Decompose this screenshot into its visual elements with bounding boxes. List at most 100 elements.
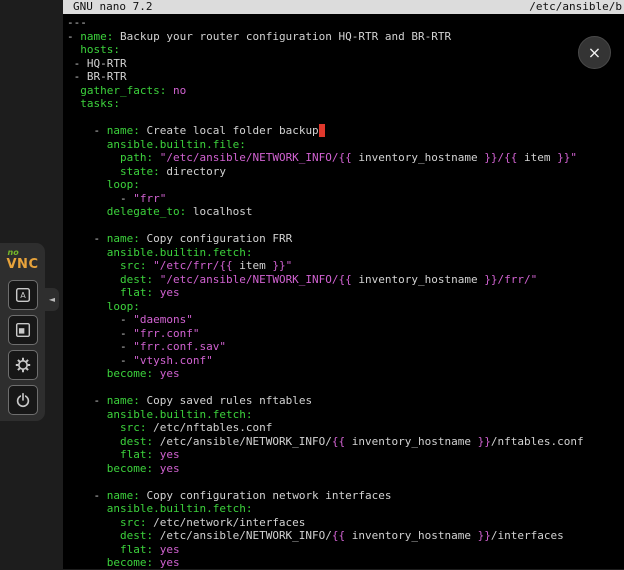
close-button[interactable]: × xyxy=(578,36,611,69)
code-token xyxy=(67,300,107,313)
code-token: src: xyxy=(120,516,147,529)
code-token: tasks: xyxy=(80,97,120,110)
settings-button[interactable] xyxy=(8,350,38,380)
code-token: loop: xyxy=(107,300,140,313)
code-token: inventory_hostname xyxy=(345,435,477,448)
power-button[interactable] xyxy=(8,385,38,415)
code-token: localhost xyxy=(186,205,252,218)
code-token: Copy configuration FRR xyxy=(140,232,292,245)
code-line: tasks: xyxy=(67,97,624,111)
code-token: - xyxy=(67,489,107,502)
code-token: become: xyxy=(107,462,153,475)
code-token: flat: xyxy=(120,448,153,461)
control-bar-handle[interactable]: ◄ xyxy=(45,288,59,311)
code-line: loop: xyxy=(67,178,624,192)
code-token: flat: xyxy=(120,543,153,556)
code-token: "frr.conf" xyxy=(133,327,199,340)
code-line: delegate_to: localhost xyxy=(67,205,624,219)
code-token xyxy=(153,273,160,286)
code-token: {{ xyxy=(332,435,345,448)
code-token: "/etc/frr/{{ xyxy=(153,259,232,272)
code-token: directory xyxy=(160,165,226,178)
code-token: }}" xyxy=(557,151,577,164)
code-token: inventory_hostname xyxy=(352,273,484,286)
novnc-logo-vnc: VNC xyxy=(4,257,42,272)
code-token xyxy=(166,84,173,97)
gear-icon xyxy=(14,356,32,374)
code-token: ansible.builtin.file: xyxy=(107,138,246,151)
code-token: "frr.conf.sav" xyxy=(133,340,226,353)
code-token xyxy=(153,462,160,475)
code-token xyxy=(153,543,160,556)
code-token: item xyxy=(233,259,273,272)
close-icon: × xyxy=(588,43,601,62)
code-token xyxy=(67,273,120,286)
code-token xyxy=(67,43,80,56)
code-token: - xyxy=(67,232,107,245)
code-token xyxy=(67,543,120,556)
code-line: hosts: xyxy=(67,43,624,57)
code-token: }}/{{ xyxy=(484,151,517,164)
code-line: dest: /etc/ansible/NETWORK_INFO/{{ inven… xyxy=(67,435,624,449)
editor-content[interactable]: ---- name: Backup your router configurat… xyxy=(63,14,624,570)
code-line xyxy=(67,475,624,489)
code-line: - "frr.conf" xyxy=(67,327,624,341)
code-line: src: "/etc/frr/{{ item }}" xyxy=(67,259,624,273)
code-line: - name: Copy configuration FRR xyxy=(67,232,624,246)
code-token xyxy=(67,421,120,434)
code-token xyxy=(67,205,107,218)
code-token: - xyxy=(67,340,133,353)
code-token: become: xyxy=(107,556,153,569)
nano-file-path: /etc/ansible/b xyxy=(529,0,622,14)
code-token xyxy=(153,448,160,461)
code-token: /nftables.conf xyxy=(491,435,584,448)
code-token: yes xyxy=(160,448,180,461)
code-token: "/etc/ansible/NETWORK_INFO/{{ xyxy=(160,273,352,286)
code-token: dest: xyxy=(120,273,153,286)
code-line: dest: /etc/ansible/NETWORK_INFO/{{ inven… xyxy=(67,529,624,543)
code-token: ansible.builtin.fetch: xyxy=(107,246,253,259)
code-token xyxy=(67,84,80,97)
chevron-left-icon: ◄ xyxy=(49,295,55,304)
code-line: flat: yes xyxy=(67,448,624,462)
code-token: Create local folder backup xyxy=(140,124,319,137)
code-token: yes xyxy=(160,286,180,299)
code-token: flat: xyxy=(120,286,153,299)
code-token xyxy=(67,448,120,461)
code-token xyxy=(67,556,107,569)
code-line: - HQ-RTR xyxy=(67,57,624,71)
code-token xyxy=(153,556,160,569)
code-line xyxy=(67,381,624,395)
code-token xyxy=(67,502,107,515)
fullscreen-button[interactable] xyxy=(8,315,38,345)
code-token: dest: xyxy=(120,435,153,448)
code-token: name: xyxy=(107,124,140,137)
code-token: }} xyxy=(478,529,491,542)
code-token: --- xyxy=(67,16,87,29)
code-token xyxy=(67,367,107,380)
code-token: gather_facts: xyxy=(80,84,166,97)
code-line: - name: Create local folder backup xyxy=(67,124,624,138)
code-token: src: xyxy=(120,259,147,272)
code-token: }}/frr/" xyxy=(484,273,537,286)
code-token: /etc/network/interfaces xyxy=(146,516,305,529)
code-token: /interfaces xyxy=(491,529,564,542)
code-token: - xyxy=(67,30,80,43)
nano-terminal[interactable]: GNU nano 7.2 /etc/ansible/b ---- name: B… xyxy=(63,0,624,569)
code-line: - "vtysh.conf" xyxy=(67,354,624,368)
code-token: "/etc/ansible/NETWORK_INFO/{{ xyxy=(160,151,352,164)
code-token: Copy saved rules nftables xyxy=(140,394,312,407)
code-token: path: xyxy=(120,151,153,164)
code-line: loop: xyxy=(67,300,624,314)
code-token: become: xyxy=(107,367,153,380)
code-token: yes xyxy=(160,462,180,475)
code-token: /etc/ansible/NETWORK_INFO/ xyxy=(153,529,332,542)
code-token: "vtysh.conf" xyxy=(133,354,212,367)
code-line: state: directory xyxy=(67,165,624,179)
code-line: - "daemons" xyxy=(67,313,624,327)
code-token xyxy=(153,286,160,299)
code-token: - xyxy=(67,313,133,326)
code-line: - BR-RTR xyxy=(67,70,624,84)
clipboard-button[interactable]: A xyxy=(8,280,38,310)
code-token xyxy=(67,138,107,151)
